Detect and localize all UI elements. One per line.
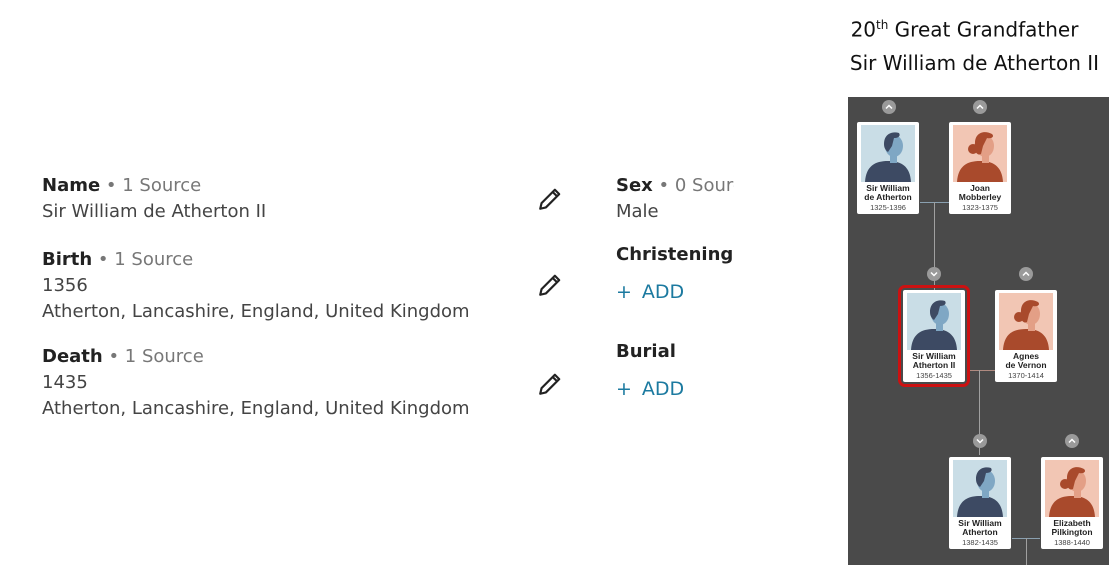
name-source-count[interactable]: • 1 Source — [100, 175, 201, 196]
person-name: Agnes de Vernon — [1005, 351, 1047, 370]
person-title: Sir William de Atherton II — [849, 50, 1100, 75]
death-source-count[interactable]: • 1 Source — [103, 346, 203, 367]
chart-title: 20th Great Grandfather Sir William de At… — [840, 10, 1109, 81]
person-lifespan: 1370-1414 — [1008, 371, 1044, 380]
chevron-up-icon — [1068, 438, 1076, 444]
edit-name-button[interactable] — [537, 186, 563, 212]
pencil-icon — [539, 373, 561, 395]
sex-value: Male — [616, 201, 659, 222]
collapse-children-button[interactable] — [927, 267, 941, 281]
female-avatar-icon — [953, 125, 1007, 182]
male-avatar-icon — [861, 125, 915, 182]
person-lifespan: 1323-1375 — [962, 203, 998, 212]
person-name: Joan Mobberley — [958, 183, 1002, 202]
person-card[interactable]: Sir William de Atherton 1325-1396 — [857, 122, 919, 214]
birth-source-count[interactable]: • 1 Source — [92, 249, 193, 270]
name-label: Name — [42, 175, 101, 196]
expand-parents-button[interactable] — [973, 100, 987, 114]
chevron-down-icon — [930, 271, 938, 277]
edit-birth-button[interactable] — [537, 272, 563, 298]
person-card[interactable]: Joan Mobberley 1323-1375 — [949, 122, 1011, 214]
expand-parents-button[interactable] — [882, 100, 896, 114]
sex-source-count[interactable]: • 0 Sources — [653, 175, 734, 196]
person-card[interactable]: Elizabeth Pilkington 1388-1440 — [1041, 457, 1103, 549]
chevron-up-icon — [1022, 271, 1030, 277]
chevron-up-icon — [976, 104, 984, 110]
person-lifespan: 1356-1435 — [916, 371, 952, 380]
couple-connector — [970, 370, 995, 371]
edit-death-button[interactable] — [537, 371, 563, 397]
generation-label: 20th Great Grandfather — [850, 17, 1079, 42]
name-value: Sir William de Atherton II — [42, 201, 267, 222]
death-fact: Death • 1 Source 1435 Atherton, Lancashi… — [42, 344, 470, 422]
person-card[interactable]: Agnes de Vernon 1370-1414 — [995, 290, 1057, 382]
christening-heading: Christening — [616, 244, 734, 265]
pencil-icon — [539, 274, 561, 296]
expand-parents-button[interactable] — [1065, 434, 1079, 448]
person-lifespan: 1325-1396 — [870, 203, 906, 212]
death-place: Atherton, Lancashire, England, United Ki… — [42, 398, 470, 419]
male-avatar-icon — [953, 460, 1007, 517]
collapse-children-button[interactable] — [973, 434, 987, 448]
person-name: Sir William Atherton — [958, 518, 1002, 537]
expand-parents-button[interactable] — [1019, 267, 1033, 281]
person-lifespan: 1382-1435 — [962, 538, 998, 547]
sex-label: Sex — [616, 175, 653, 196]
person-name: Elizabeth Pilkington — [1051, 518, 1093, 537]
male-avatar-icon — [907, 293, 961, 350]
person-card[interactable]: Sir William Atherton 1382-1435 — [949, 457, 1011, 549]
family-tree-panel: Sir William de Atherton 1325-1396 Joan Mob… — [848, 97, 1109, 565]
add-burial-button[interactable]: + ADD — [616, 378, 684, 400]
death-date: 1435 — [42, 372, 88, 393]
death-label: Death — [42, 346, 103, 367]
chevron-up-icon — [885, 104, 893, 110]
add-christening-button[interactable]: + ADD — [616, 281, 684, 303]
person-name: Sir William Atherton II — [912, 351, 956, 370]
female-avatar-icon — [1045, 460, 1099, 517]
descent-connector — [1026, 538, 1027, 565]
female-avatar-icon — [999, 293, 1053, 350]
birth-label: Birth — [42, 249, 93, 270]
birth-date: 1356 — [42, 275, 88, 296]
burial-heading: Burial — [616, 341, 676, 362]
selected-person-card[interactable]: Sir William Atherton II 1356-1435 — [898, 285, 970, 387]
person-lifespan: 1388-1440 — [1054, 538, 1090, 547]
pencil-icon — [539, 188, 561, 210]
birth-fact: Birth • 1 Source 1356 Atherton, Lancashi… — [42, 247, 470, 325]
person-name: Sir William de Atherton — [864, 183, 912, 202]
chevron-down-icon — [976, 438, 984, 444]
couple-connector — [920, 202, 950, 203]
birth-place: Atherton, Lancashire, England, United Ki… — [42, 301, 470, 322]
name-fact: Name • 1 Source Sir William de Atherton … — [42, 173, 266, 225]
sex-fact: Sex • 0 Sources Male — [616, 173, 734, 225]
